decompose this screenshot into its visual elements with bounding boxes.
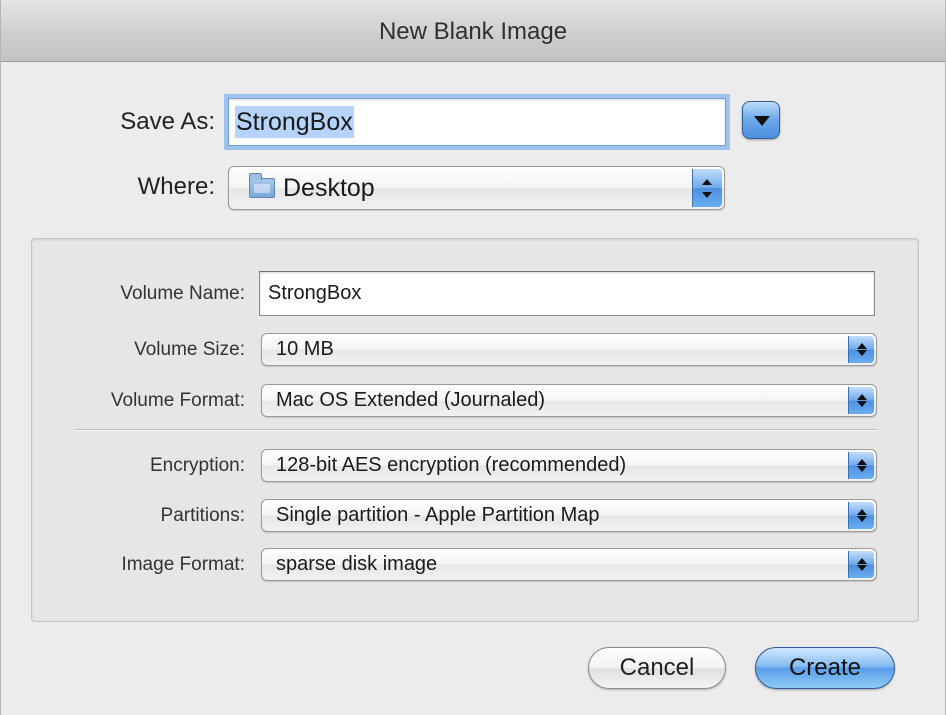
where-label: Where:	[137, 173, 215, 200]
encryption-value: 128-bit AES encryption (recommended)	[276, 454, 627, 476]
image-format-popup[interactable]: sparse disk image	[261, 548, 877, 581]
disclosure-triangle-icon	[754, 116, 770, 126]
where-popup[interactable]: Desktop	[228, 166, 725, 210]
folder-icon	[249, 173, 275, 198]
volume-format-popup[interactable]: Mac OS Extended (Journaled)	[261, 384, 877, 417]
volume-format-value: Mac OS Extended (Journaled)	[276, 389, 546, 411]
popup-arrows-icon	[848, 502, 874, 529]
popup-arrows-icon	[692, 169, 722, 207]
partitions-label: Partitions:	[160, 505, 245, 526]
encryption-label: Encryption:	[149, 455, 245, 476]
volume-size-label: Volume Size:	[134, 339, 245, 360]
partitions-popup[interactable]: Single partition - Apple Partition Map	[261, 499, 877, 532]
encryption-popup[interactable]: 128-bit AES encryption (recommended)	[261, 449, 877, 482]
popup-arrows-icon	[848, 551, 874, 578]
options-separator	[75, 429, 876, 431]
volume-name-field[interactable]: StrongBox	[259, 271, 875, 316]
popup-arrows-icon	[848, 336, 874, 363]
volume-format-label: Volume Format:	[110, 390, 245, 411]
volume-size-popup[interactable]: 10 MB	[261, 333, 877, 366]
expand-browser-button[interactable]	[742, 101, 780, 139]
create-button[interactable]: Create	[755, 647, 895, 689]
image-format-value: sparse disk image	[276, 553, 438, 575]
window-title: New Blank Image	[1, 0, 945, 62]
new-blank-image-dialog: New Blank Image Save As: StrongBox Where…	[0, 0, 946, 715]
save-as-label: Save As:	[120, 108, 215, 135]
popup-arrows-icon	[848, 452, 874, 479]
cancel-button[interactable]: Cancel	[588, 647, 726, 689]
volume-name-label: Volume Name:	[120, 283, 245, 304]
where-value: Desktop	[283, 174, 375, 202]
volume-size-value: 10 MB	[276, 338, 334, 360]
partitions-value: Single partition - Apple Partition Map	[276, 504, 600, 526]
popup-arrows-icon	[848, 387, 874, 414]
save-as-value: StrongBox	[235, 106, 354, 138]
save-as-field[interactable]: StrongBox	[228, 98, 726, 146]
image-format-label: Image Format:	[121, 554, 245, 575]
